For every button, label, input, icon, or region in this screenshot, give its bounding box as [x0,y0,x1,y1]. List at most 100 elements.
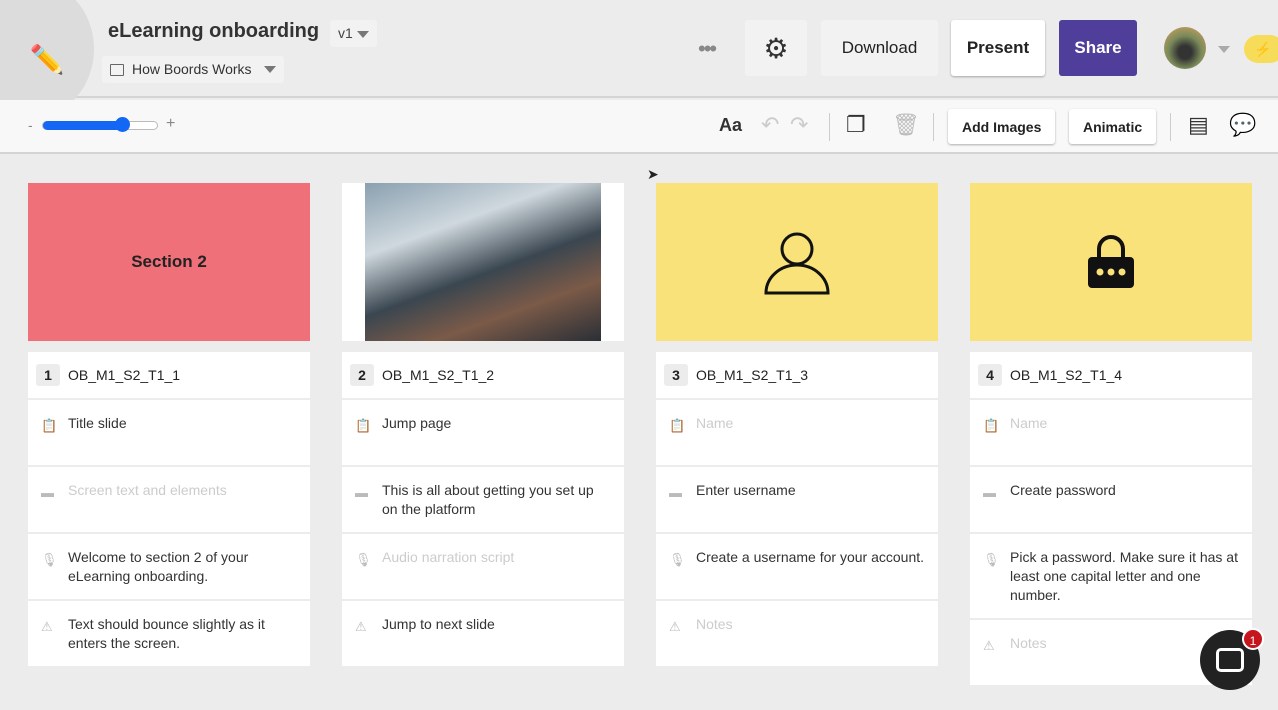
frame-header: 1 OB_M1_S2_T1_1 [28,352,310,400]
gear-icon: ⚙ [763,32,788,65]
frame-image-lock[interactable] [970,183,1252,341]
frame-image-user[interactable] [656,183,938,341]
notes-field-icon: ⚠ [41,617,53,636]
audio-field-text: Create a username for your account. [696,549,924,565]
screen-text-field[interactable]: ▬Enter username [656,467,938,534]
share-button[interactable]: Share [1059,20,1137,76]
title-field[interactable]: 📋 Name [970,400,1252,467]
undo-icon[interactable]: ↶ [761,112,779,138]
script-view-icon[interactable]: ▤ [1188,112,1209,138]
version-label: v1 [338,25,353,41]
audio-field[interactable]: 🎙Welcome to section 2 of your eLearning … [28,534,310,601]
user-avatar[interactable] [1164,27,1206,69]
screen-text-field-icon: ▬ [983,483,996,502]
audio-field-icon: 🎙 [669,550,686,569]
frame-header: 3 OB_M1_S2_T1_3 [656,352,938,400]
project-title[interactable]: eLearning onboarding [108,20,319,43]
notes-field-text: Text should bounce slightly as it enters… [68,616,265,651]
divider [829,113,830,141]
select-frames-icon[interactable]: ❐ [846,112,866,138]
title-field[interactable]: 📋 Title slide [28,400,310,467]
frame-image-laptop-photo[interactable] [342,183,624,341]
screen-text-field[interactable]: ▬ Create password [970,467,1252,534]
zoom-in-button[interactable]: + [166,115,175,133]
more-options-button[interactable]: ••• [698,36,715,62]
title-field-icon: 📋 [669,416,685,435]
frame-number: 2 [350,364,374,386]
title-field-text: Title slide [68,415,127,431]
frame-header: 2 OB_M1_S2_T1_2 [342,352,624,400]
notes-field-text: Notes [696,616,733,632]
screen-text-field-text: Create password [1010,482,1116,498]
font-settings-button[interactable]: Aa [719,115,742,136]
comments-icon[interactable]: 💬 [1229,112,1256,138]
frame-details: 3 OB_M1_S2_T1_3 📋 Name ▬Enter username 🎙 Creat… [656,352,938,668]
zoom-out-button[interactable]: - [28,117,33,133]
upgrade-bolt-button[interactable]: ⚡ [1244,35,1278,63]
audio-field[interactable]: 🎙 Pick a password. Make sure it has at le… [970,534,1252,620]
divider [1170,113,1171,141]
audio-field[interactable]: 🎙 Create a username for your account. [656,534,938,601]
title-field-icon: 📋 [983,416,999,435]
settings-button[interactable]: ⚙ [745,20,807,76]
audio-field-icon: 🎙 [355,550,372,569]
frame-name[interactable]: OB_M1_S2_T1_4 [1010,367,1122,383]
chat-icon [1216,648,1244,672]
mouse-cursor-icon: ➤ [647,166,659,183]
screen-text-field-icon: ▬ [41,483,54,502]
frame-header: 4OB_M1_S2_T1_4 [970,352,1252,400]
zoom-slider[interactable] [42,121,158,130]
notes-field-icon: ⚠ [983,636,995,655]
screen-text-field-icon: ▬ [355,483,368,502]
avatar-chevron-down-icon[interactable] [1218,46,1230,53]
screen-text-field-text: Screen text and elements [68,482,227,498]
frame-card: 4OB_M1_S2_T1_4 📋 Name ▬ Create password 🎙 Pick… [970,183,1252,687]
title-field-icon: 📋 [355,416,371,435]
screen-text-field-text: This is all about getting you set up on … [382,482,594,517]
audio-field-text: Pick a password. Make sure it has at lea… [1010,549,1238,603]
redo-icon[interactable]: ↷ [790,112,808,138]
zoom-slider-handle[interactable] [115,117,130,132]
frame-card: 3 OB_M1_S2_T1_3 📋 Name ▬Enter username 🎙 Creat… [656,183,938,668]
notes-field[interactable]: ⚠Notes [656,601,938,668]
top-header: ✏️ eLearning onboarding v1 How Boords Wo… [0,0,1278,98]
audio-field[interactable]: 🎙 Audio narration script [342,534,624,601]
audio-field-text: Audio narration script [382,549,514,565]
folder-dropdown[interactable]: How Boords Works [102,56,284,83]
notes-field-icon: ⚠ [355,617,367,636]
audio-field-text: Welcome to section 2 of your eLearning o… [68,549,248,584]
frame-number: 1 [36,364,60,386]
title-field-text: Name [696,415,733,431]
chevron-down-icon [264,66,276,73]
frame-details: 2 OB_M1_S2_T1_2 📋 Jump page ▬ This is all abo… [342,352,624,668]
notes-field-text: Jump to next slide [382,616,495,632]
title-field-text: Name [1010,415,1047,431]
animatic-button[interactable]: Animatic [1069,109,1156,144]
lock-icon [1087,235,1135,289]
screen-text-field[interactable]: ▬ Screen text and elements [28,467,310,534]
frame-image-text: Section 2 [131,252,207,272]
notes-field[interactable]: ⚠ Jump to next slide [342,601,624,668]
audio-field-icon: 🎙 [983,550,1000,569]
screen-text-field-icon: ▬ [669,483,682,502]
download-button[interactable]: Download [821,20,938,76]
title-field[interactable]: 📋 Name [656,400,938,467]
chat-unread-badge: 1 [1242,628,1264,650]
title-field[interactable]: 📋 Jump page [342,400,624,467]
toolbar: - + Aa ↶ ↷ ❐ 🗑 Add Images Animatic ▤ 💬 [0,100,1278,154]
add-images-button[interactable]: Add Images [948,109,1055,144]
trash-icon[interactable]: 🗑 [892,112,920,138]
frame-name[interactable]: OB_M1_S2_T1_1 [68,367,180,383]
frame-name[interactable]: OB_M1_S2_T1_3 [696,367,808,383]
version-dropdown[interactable]: v1 [330,20,377,47]
notes-field[interactable]: ⚠ Text should bounce slightly as it enter… [28,601,310,668]
frame-image-section[interactable]: Section 2 [28,183,310,341]
frame-number: 3 [664,364,688,386]
present-button[interactable]: Present [951,20,1045,76]
screen-text-field[interactable]: ▬ This is all about getting you set up on… [342,467,624,534]
frame-details: 1 OB_M1_S2_T1_1 📋 Title slide ▬ Screen text a… [28,352,310,668]
title-field-icon: 📋 [41,416,57,435]
chevron-down-icon [357,31,369,38]
title-field-text: Jump page [382,415,451,431]
frame-name[interactable]: OB_M1_S2_T1_2 [382,367,494,383]
